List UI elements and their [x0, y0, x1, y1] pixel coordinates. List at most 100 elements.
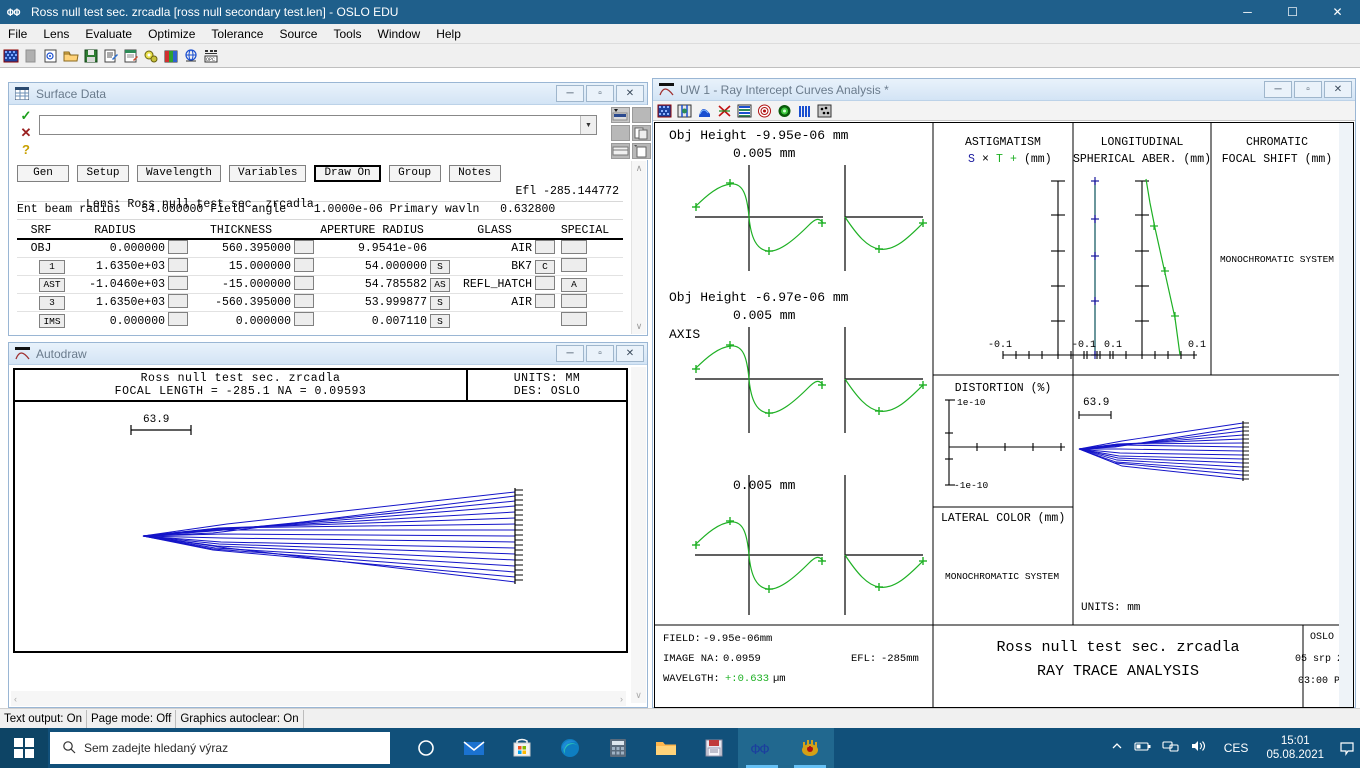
- autodraw-scroll-left[interactable]: ‹: [14, 694, 17, 704]
- grid-icon[interactable]: [2, 47, 20, 65]
- notepad-icon[interactable]: [122, 47, 140, 65]
- tab-notes[interactable]: Notes: [448, 164, 501, 182]
- autodraw-close[interactable]: ✕: [616, 345, 644, 362]
- special-flag-button[interactable]: [561, 293, 587, 308]
- thickness-flag-button[interactable]: [294, 312, 314, 326]
- radius-flag-button[interactable]: [168, 257, 188, 272]
- menu-item-optimize[interactable]: Optimize: [140, 25, 203, 43]
- opc-icon[interactable]: OPC: [202, 47, 220, 65]
- surface-data-minimize[interactable]: ─: [556, 85, 584, 102]
- taskbar-search[interactable]: Sem zadejte hledaný výraz: [50, 732, 390, 764]
- autodraw-canvas[interactable]: 63.9: [15, 402, 626, 651]
- cell-aperture[interactable]: 53.999877: [317, 296, 427, 309]
- autodraw-vertical-scrollbar[interactable]: ∨: [631, 367, 646, 703]
- krita-icon[interactable]: [786, 728, 834, 768]
- menu-item-tolerance[interactable]: Tolerance: [203, 25, 271, 43]
- scroll-up-arrow[interactable]: ∧: [636, 163, 643, 174]
- glass-flag-button[interactable]: C: [535, 259, 555, 274]
- aperture-flag-button[interactable]: S: [430, 259, 450, 274]
- file-explorer-icon[interactable]: [642, 728, 690, 768]
- autodraw-restore[interactable]: ▫: [586, 345, 614, 362]
- special-flag-button[interactable]: [561, 257, 587, 272]
- special-flag-button[interactable]: [561, 312, 587, 326]
- tab-draw-on[interactable]: Draw On: [314, 164, 381, 182]
- globe-icon[interactable]: [182, 47, 200, 65]
- taskbar-clock[interactable]: 15:01 05.08.2021: [1256, 734, 1334, 762]
- autodraw-titlebar[interactable]: Autodraw ─ ▫ ✕: [9, 343, 647, 365]
- scroll-down-arrow[interactable]: ∨: [636, 321, 643, 332]
- menu-item-lens[interactable]: Lens: [35, 25, 77, 43]
- cancel-icon[interactable]: ✕: [15, 124, 37, 141]
- menu-item-file[interactable]: File: [0, 25, 35, 43]
- windows-logo-icon[interactable]: [0, 728, 48, 768]
- volume-icon[interactable]: [1190, 739, 1208, 758]
- tab-group[interactable]: Group: [388, 164, 441, 182]
- gears-icon[interactable]: [142, 47, 160, 65]
- minimize-button[interactable]: ─: [1225, 0, 1270, 24]
- cell-radius[interactable]: 1.6350e+03: [65, 260, 165, 273]
- window-cell-icon[interactable]: [611, 143, 630, 159]
- tab-variables[interactable]: Variables: [229, 164, 307, 182]
- cell-radius[interactable]: 1.6350e+03: [65, 296, 165, 309]
- spot-icon[interactable]: [775, 102, 793, 120]
- battery-icon[interactable]: [1134, 739, 1152, 758]
- menu-item-help[interactable]: Help: [428, 25, 469, 43]
- cell-glass[interactable]: BK7: [457, 260, 532, 273]
- menu-item-window[interactable]: Window: [370, 25, 429, 43]
- copy-icon[interactable]: [632, 125, 651, 141]
- grid-icon[interactable]: [655, 102, 673, 120]
- uw1-minimize[interactable]: ─: [1264, 81, 1292, 98]
- mtf-icon[interactable]: [735, 102, 753, 120]
- cell-radius[interactable]: 0.000000: [65, 242, 165, 255]
- spreadsheet-icon[interactable]: [162, 47, 180, 65]
- surface-data-scrollbar[interactable]: ∧ ∨: [631, 161, 646, 334]
- srf-button[interactable]: 1: [39, 259, 65, 274]
- close-button[interactable]: ✕: [1315, 0, 1360, 24]
- aperture-flag-button[interactable]: AS: [430, 277, 450, 292]
- table-row[interactable]: OBJ 0.000000 560.395000 9.9541e-06 AIR: [17, 239, 623, 258]
- cell-thickness[interactable]: -560.395000: [191, 296, 291, 309]
- mail-icon[interactable]: [450, 728, 498, 768]
- table-row[interactable]: 3 1.6350e+03 -560.395000 53.999877 S AIR: [17, 293, 623, 312]
- glass-flag-button[interactable]: [535, 275, 555, 290]
- calculator-icon[interactable]: [594, 728, 642, 768]
- microsoft-store-icon[interactable]: [498, 728, 546, 768]
- glass-flag-button[interactable]: [535, 293, 555, 308]
- help-icon[interactable]: ?: [15, 141, 37, 158]
- spot-diagram-icon[interactable]: [675, 102, 693, 120]
- cell-aperture[interactable]: 0.007110: [317, 315, 427, 328]
- uw1-titlebar[interactable]: UW 1 - Ray Intercept Curves Analysis * ─…: [653, 79, 1355, 101]
- aperture-flag-button[interactable]: S: [430, 295, 450, 310]
- maximize-button[interactable]: ☐: [1270, 0, 1315, 24]
- cell-thickness[interactable]: 0.000000: [191, 315, 291, 328]
- glass-flag-button[interactable]: [535, 239, 555, 254]
- table-row[interactable]: AST -1.0460e+03 -15.000000 54.785582 AS …: [17, 275, 623, 294]
- command-input[interactable]: [40, 116, 580, 134]
- new-lens-icon[interactable]: [42, 47, 60, 65]
- thickness-flag-button[interactable]: [294, 293, 314, 308]
- radius-flag-button[interactable]: [168, 275, 188, 290]
- ray-fan-icon[interactable]: [715, 102, 733, 120]
- uw1-restore[interactable]: ▫: [1294, 81, 1322, 98]
- srf-button[interactable]: IMS: [39, 314, 65, 328]
- tab-gen[interactable]: Gen: [17, 164, 69, 182]
- chevron-down-icon[interactable]: ▼: [580, 116, 596, 134]
- cell-glass[interactable]: AIR: [457, 296, 532, 309]
- cell-glass[interactable]: AIR: [457, 242, 532, 255]
- surface-data-close[interactable]: ✕: [616, 85, 644, 102]
- wavefront-icon[interactable]: [695, 102, 713, 120]
- network-icon[interactable]: [1162, 739, 1180, 758]
- cell-thickness[interactable]: 15.000000: [191, 260, 291, 273]
- cell-radius[interactable]: -1.0460e+03: [65, 278, 165, 291]
- save-disk-icon[interactable]: [82, 47, 100, 65]
- autodraw-scroll-right[interactable]: ›: [620, 694, 623, 704]
- tab-setup[interactable]: Setup: [77, 164, 129, 182]
- menu-item-source[interactable]: Source: [271, 25, 325, 43]
- notification-icon[interactable]: [1334, 740, 1360, 756]
- special-flag-button[interactable]: [561, 239, 587, 254]
- thickness-flag-button[interactable]: [294, 239, 314, 254]
- scatter-icon[interactable]: [815, 102, 833, 120]
- thickness-flag-button[interactable]: [294, 275, 314, 290]
- taskbar-language[interactable]: CES: [1216, 741, 1257, 755]
- psf-icon[interactable]: [755, 102, 773, 120]
